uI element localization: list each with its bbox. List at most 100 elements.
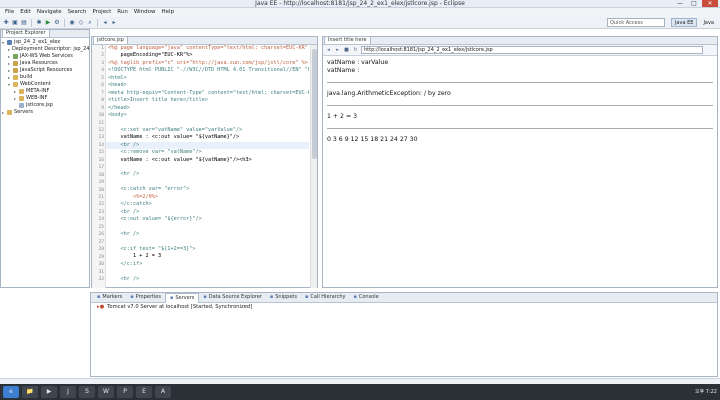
code-line[interactable]: <c:set var="vatName" value="varValue"/> — [106, 127, 309, 134]
browser-forward-icon[interactable]: ▸ — [334, 47, 341, 54]
run-icon[interactable]: ▶ — [44, 19, 52, 27]
menu-window[interactable]: Window — [131, 8, 159, 17]
code-line[interactable]: <hr /> — [106, 231, 309, 238]
menu-edit[interactable]: Edit — [17, 8, 34, 17]
taskbar-app[interactable]: A — [155, 386, 171, 398]
start-button[interactable]: e — [3, 386, 19, 398]
browser-stop-icon[interactable]: ■ — [343, 47, 350, 54]
code-line[interactable]: <c:remove var= "vatName"/> — [106, 149, 309, 156]
code-line[interactable]: <%@ page language="java" contentType="te… — [106, 45, 309, 52]
code-line[interactable] — [106, 268, 309, 275]
tree-item[interactable]: jstlcore.jsp — [2, 102, 89, 109]
new-java-class-icon[interactable]: ◉ — [68, 19, 76, 27]
new-icon[interactable]: ✚ — [2, 19, 10, 27]
code-line[interactable] — [106, 179, 309, 186]
taskbar-app[interactable]: P — [117, 386, 133, 398]
code-line[interactable]: <br /> — [106, 141, 309, 150]
code-line[interactable]: <head> — [106, 82, 309, 89]
code-line[interactable]: <c:catch var= "error"> — [106, 186, 309, 193]
taskbar-app[interactable]: W — [98, 386, 114, 398]
editor-scroll-thumb[interactable] — [312, 49, 317, 159]
tab-insert-title-here[interactable]: Insert title here — [324, 36, 371, 44]
code-line[interactable]: <c:if test= "${1+2==3}"> — [106, 246, 309, 253]
tab-snippets[interactable]: ▪ Snippets — [266, 293, 301, 302]
expand-arrow-icon[interactable]: ▸ — [8, 46, 10, 53]
tab-properties[interactable]: ▪ Properties — [126, 293, 165, 302]
minimize-button[interactable]: — — [674, 0, 686, 7]
code-line[interactable]: </head> — [106, 105, 309, 112]
tab-project-explorer[interactable]: Project Explorer — [2, 29, 50, 37]
search-icon[interactable]: ⌕ — [86, 19, 94, 27]
tree-item[interactable]: ▸ Servers — [2, 109, 89, 116]
tree-item[interactable]: ▸ META-INF — [2, 88, 89, 95]
save-icon[interactable]: ▣ — [11, 19, 19, 27]
line-number: 19 — [98, 180, 104, 186]
taskbar-app[interactable]: J — [60, 386, 76, 398]
tab-data-source-explorer[interactable]: ▪ Data Source Explorer — [199, 293, 266, 302]
menu-file[interactable]: File — [2, 8, 17, 17]
browser-refresh-icon[interactable]: ↻ — [352, 47, 359, 54]
perspective-java-ee[interactable]: Java EE — [670, 18, 698, 27]
browser-back-icon[interactable]: ◂ — [325, 47, 332, 54]
tree-item[interactable]: ▸ JAX-WS Web Services — [2, 53, 89, 60]
menu-navigate[interactable]: Navigate — [34, 8, 65, 17]
quick-access-input[interactable]: Quick Access — [607, 18, 665, 27]
code-line[interactable]: vatName : <c:out value= "${vatName}"/><h… — [106, 157, 309, 164]
perspective-java[interactable]: Java — [699, 18, 718, 27]
code-line[interactable] — [106, 164, 309, 171]
tree-item[interactable]: ▸ Java Resources — [2, 60, 89, 67]
tree-item[interactable]: ▸ Deployment Descriptor: jsp_24 — [2, 46, 89, 53]
editor-scrollbar[interactable] — [310, 45, 317, 288]
code-line[interactable]: <meta http-equiv="Content-Type" content=… — [106, 90, 309, 97]
tab-markers[interactable]: ▪ Markers — [93, 293, 126, 302]
code-line[interactable]: <hr /> — [106, 171, 309, 178]
code-line[interactable] — [106, 119, 309, 126]
open-type-icon[interactable]: ◇ — [77, 19, 85, 27]
code-line[interactable]: <%=2/0%> — [106, 194, 309, 201]
menu-search[interactable]: Search — [65, 8, 90, 17]
menu-help[interactable]: Help — [159, 8, 178, 17]
forward-icon[interactable]: ▸ — [110, 19, 118, 27]
menu-run[interactable]: Run — [114, 8, 131, 17]
tab-console[interactable]: ▪ Console — [349, 293, 382, 302]
url-input[interactable]: http://localhost:8181/jsp_24_2_ex1_elex/… — [361, 46, 703, 54]
print-icon[interactable]: ▤ — [20, 19, 28, 27]
code-line[interactable] — [106, 224, 309, 231]
tab-servers[interactable]: ▪ Servers — [164, 292, 200, 303]
code-line[interactable]: <%@ taglib prefix="c" uri="http://java.s… — [106, 60, 309, 67]
explorer-tabstrip: Project Explorer — [1, 29, 89, 38]
tree-item[interactable]: ▾ jsp_24_2_ex1_elex — [2, 39, 89, 46]
tree-item[interactable]: ▾ WebContent — [2, 81, 89, 88]
code-line[interactable]: </c:if> — [106, 261, 309, 268]
code-line[interactable]: <body> — [106, 112, 309, 119]
code-line[interactable]: <hr /> — [106, 276, 309, 283]
tree-item[interactable]: ▸ JavaScript Resources — [2, 67, 89, 74]
code-line[interactable]: <c:out value= "${error}"/> — [106, 216, 309, 223]
taskbar-app[interactable]: 📁 — [22, 386, 38, 398]
back-icon[interactable]: ◂ — [101, 19, 109, 27]
code-line[interactable]: <title>Insert title here</title> — [106, 97, 309, 104]
tab-call-hierarchy[interactable]: ▪ Call Hierarchy — [301, 293, 349, 302]
tab-jstlcore-jsp[interactable]: jstlcore.jsp — [93, 36, 128, 44]
menu-project[interactable]: Project — [89, 8, 114, 17]
code-line[interactable]: <html> — [106, 75, 309, 82]
debug-icon[interactable]: ✱ — [35, 19, 43, 27]
tree-item[interactable]: ▸ WEB-INF — [2, 95, 89, 102]
code-line[interactable]: vatName : <c:out value= "${vatName}"/> — [106, 134, 309, 141]
code-line[interactable]: <br /> — [106, 209, 309, 216]
taskbar-app[interactable]: ▶ — [41, 386, 57, 398]
code-line[interactable]: </c:catch> — [106, 201, 309, 208]
maximize-button[interactable]: □ — [688, 0, 700, 7]
external-tools-icon[interactable]: ⚙ — [53, 19, 61, 27]
tree-item[interactable]: ▸ build — [2, 74, 89, 81]
line-number: 29 — [98, 254, 104, 260]
code-line[interactable]: 1 + 2 = 3 — [106, 253, 309, 260]
code-line[interactable] — [106, 238, 309, 245]
code-line[interactable]: pageEncoding="EUC-KR"%> — [106, 52, 309, 59]
code-line[interactable]: <!DOCTYPE html PUBLIC "-//W3C//DTD HTML … — [106, 67, 309, 74]
taskbar-app[interactable]: S — [79, 386, 95, 398]
taskbar-app[interactable]: E — [136, 386, 152, 398]
server-entry[interactable]: ▸● Tomcat v7.0 Server at localhost [Star… — [91, 303, 717, 311]
close-button[interactable]: ✕ — [702, 0, 718, 7]
code-area[interactable]: <%@ page language="java" contentType="te… — [106, 45, 309, 288]
